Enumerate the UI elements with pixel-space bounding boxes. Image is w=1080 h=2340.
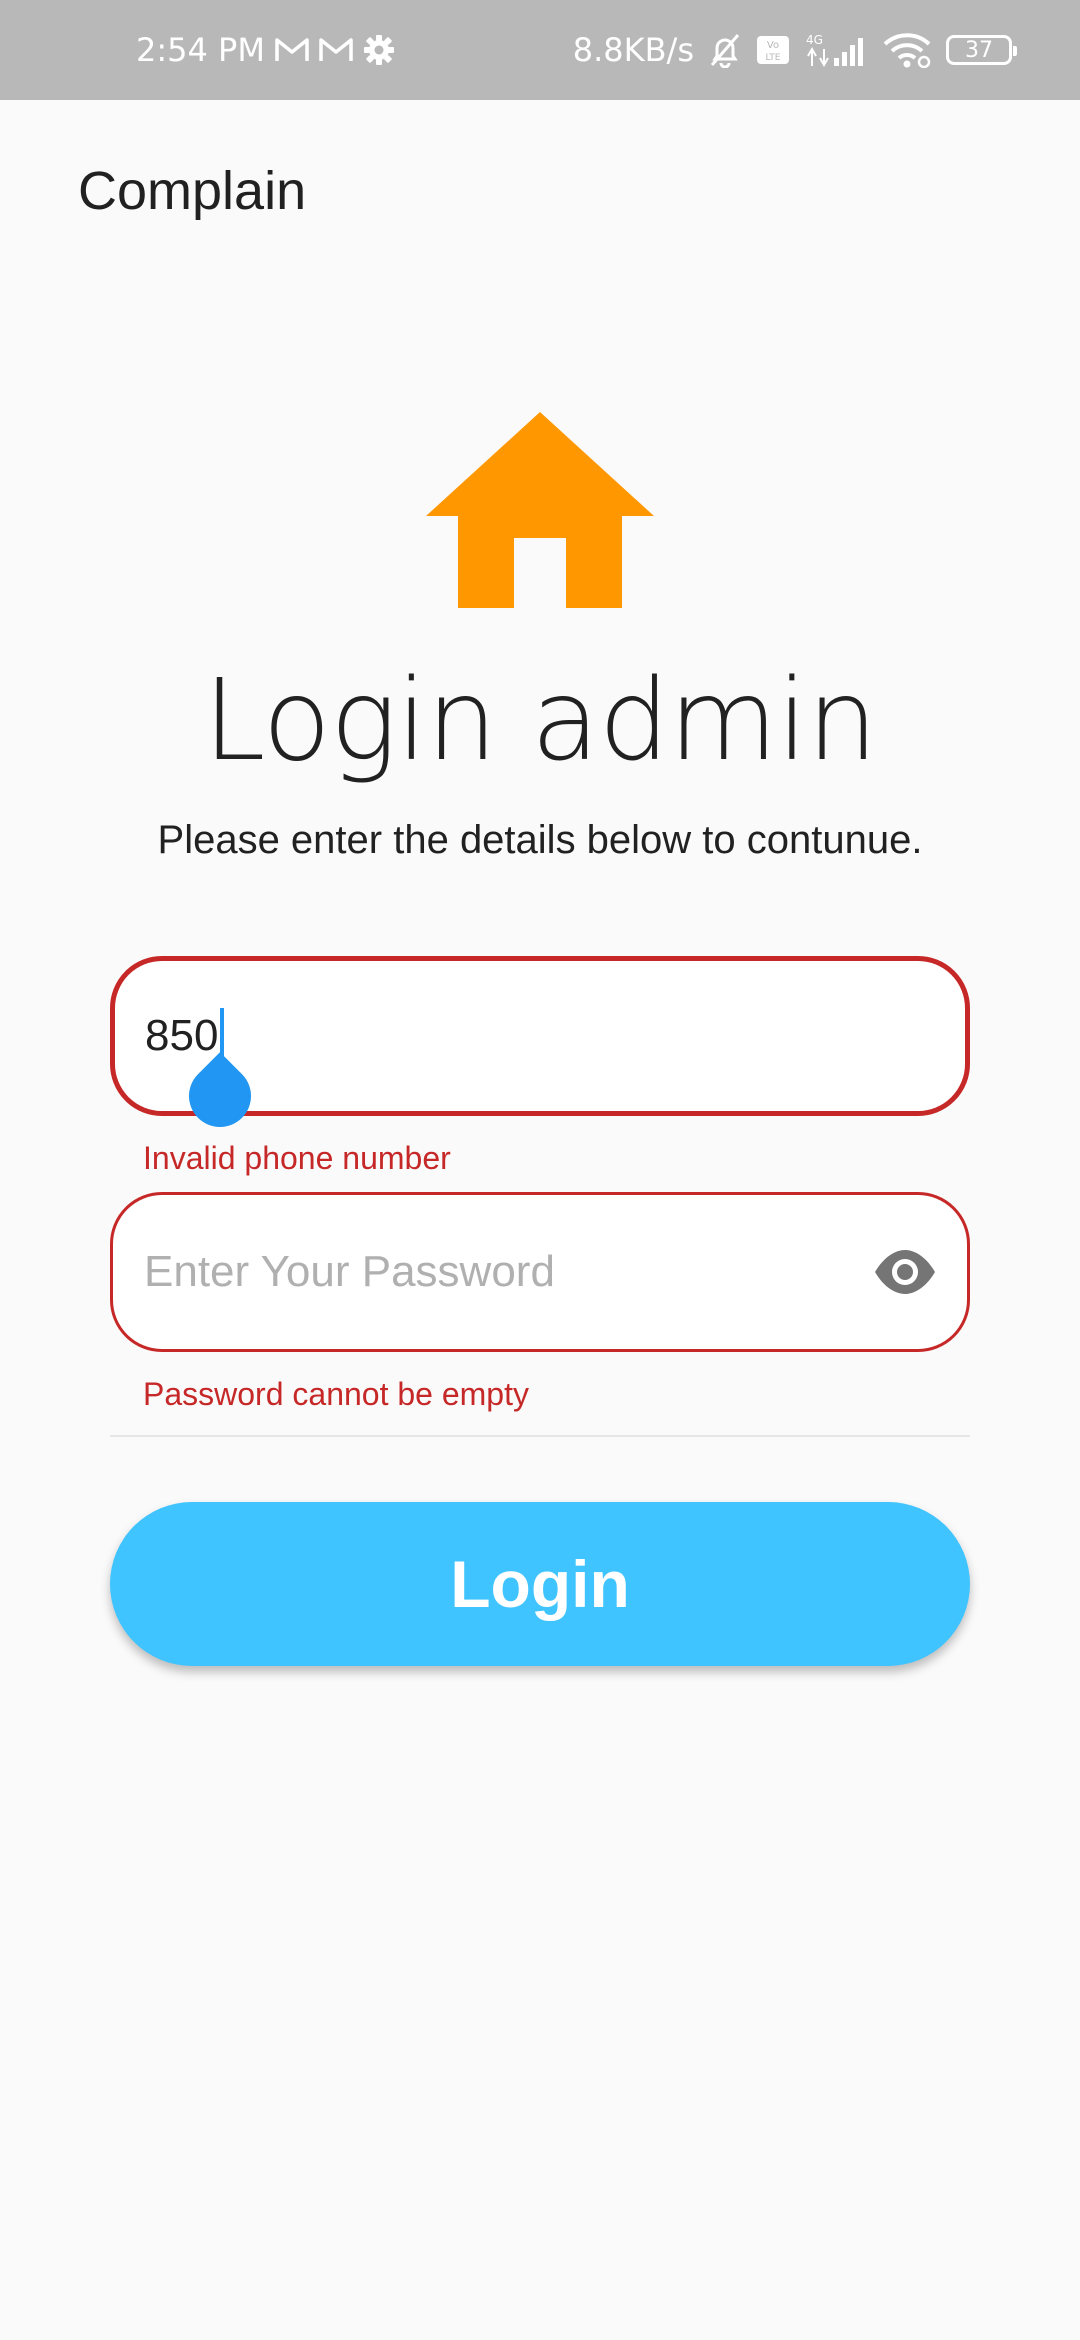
home-icon	[426, 412, 654, 608]
status-time: 2:54 PM	[136, 31, 265, 69]
status-bar: 2:54 PM 8.8KB/s Vo LTE 4G 37	[0, 0, 1080, 100]
settings-icon	[363, 34, 395, 66]
gmail-icon	[275, 37, 309, 63]
mute-bell-icon	[708, 32, 742, 68]
page-heading: Login admin	[203, 656, 878, 786]
password-input[interactable]: Enter Your Password	[110, 1192, 970, 1352]
eye-icon[interactable]	[873, 1249, 937, 1295]
signal-4g-icon: 4G	[804, 32, 868, 68]
gmail-icon	[319, 37, 353, 63]
battery-level: 37	[965, 37, 993, 63]
phone-input[interactable]: 850	[110, 956, 970, 1140]
password-error-text: Password cannot be empty	[143, 1376, 529, 1412]
svg-text:4G: 4G	[806, 33, 823, 47]
status-bar-right: 8.8KB/s Vo LTE 4G 37	[572, 0, 1017, 100]
phone-input-value-wrap: 850	[145, 1008, 225, 1064]
svg-text:Vo: Vo	[767, 40, 779, 51]
app-title: Complain	[78, 161, 307, 221]
battery-icon: 37	[946, 35, 1017, 65]
svg-text:LTE: LTE	[766, 53, 781, 63]
volte-icon: Vo LTE	[756, 35, 790, 65]
login-button[interactable]: Login	[110, 1502, 970, 1666]
page-subheading: Please enter the details below to contun…	[157, 818, 923, 862]
network-speed: 8.8KB/s	[572, 31, 694, 69]
wifi-icon	[882, 32, 932, 68]
phone-error-text: Invalid phone number	[143, 1140, 451, 1176]
password-placeholder: Enter Your Password	[144, 1247, 555, 1296]
phone-input-value: 850	[145, 1011, 219, 1060]
status-bar-left: 2:54 PM	[136, 0, 395, 100]
caret-handle[interactable]	[176, 1052, 264, 1140]
divider	[110, 1435, 970, 1437]
